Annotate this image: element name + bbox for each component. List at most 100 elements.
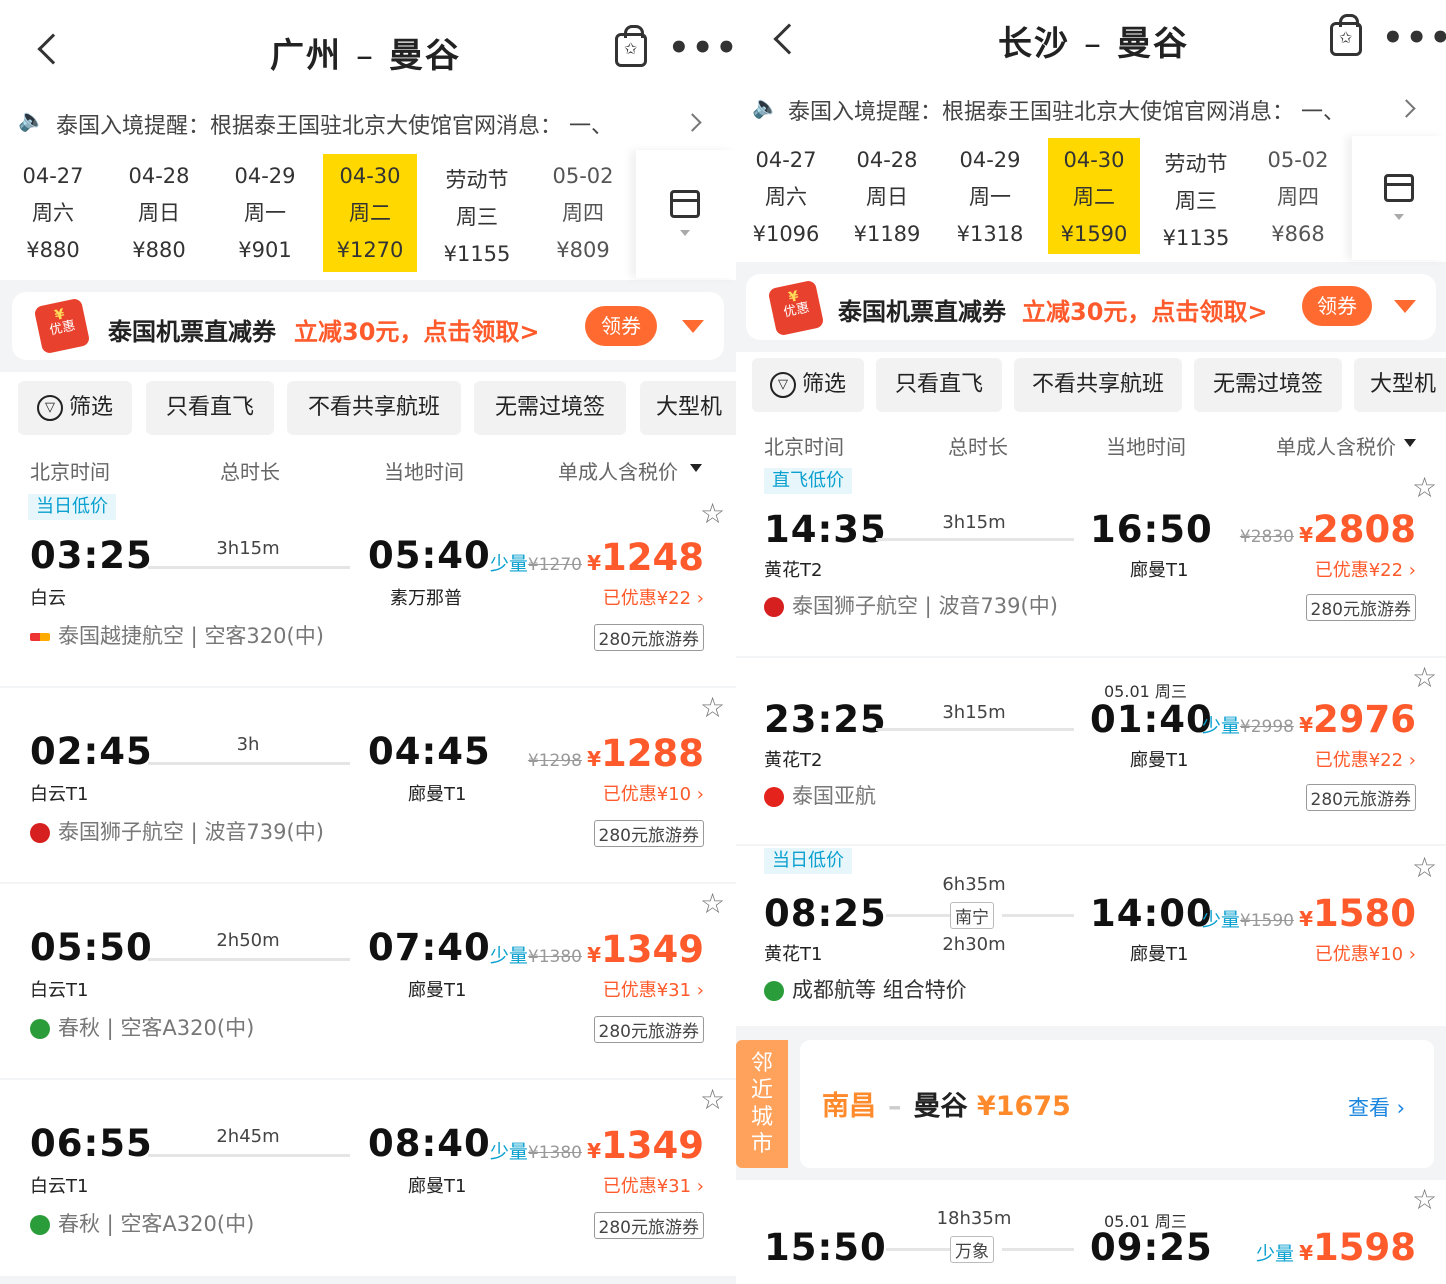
claim-coupon-button[interactable]: 领券 — [585, 306, 657, 346]
filter-button[interactable]: ▽ 筛选 — [18, 381, 132, 435]
voucher-badge: 280元旅游券 — [593, 624, 704, 651]
flight-card[interactable]: 当日低价 ☆ 03:25 白云 3h15m 05:40 素万那普 少量¥1270… — [0, 490, 736, 686]
banner-expand-icon[interactable] — [682, 320, 704, 333]
entry-notice[interactable]: 泰国入境提醒：根据泰王国驻北京大使馆官网消息： 一、 — [56, 108, 613, 140]
shopping-bag-icon[interactable]: ✩ — [1330, 14, 1362, 56]
view-nearby-link[interactable]: 查看 › — [1348, 1092, 1405, 1122]
flight-card[interactable]: ☆ 18h35m 05.01 周三 15:50 万象 09:25 少量 ¥159… — [736, 1180, 1446, 1284]
date-item[interactable]: 劳动节 周三 ¥1135 — [1144, 146, 1248, 257]
date-item[interactable]: 04-29 周一 ¥901 — [212, 158, 318, 269]
more-icon[interactable]: ••• — [668, 31, 736, 65]
col-beijing-time: 北京时间 — [30, 460, 110, 484]
arrival-airport: 廊曼T1 — [1130, 944, 1189, 965]
flight-card[interactable]: 直飞低价 ☆ 14:35 黄花T2 3h15m 16:50 廊曼T1 ¥2830… — [736, 464, 1446, 656]
coupon-banner[interactable]: ¥ 优惠 泰国机票直减券 立减30元，点击领取> 领券 — [12, 292, 724, 360]
calendar-button[interactable] — [636, 150, 736, 278]
discount-label[interactable]: 已优惠¥31 › — [603, 1172, 704, 1198]
filter-large-aircraft-chip[interactable]: 大型机 — [1354, 358, 1446, 412]
date-item-selected[interactable]: 04-30 周二 ¥1270 — [323, 154, 417, 272]
price: ¥2830 ¥2808 — [1239, 508, 1416, 551]
duration-line — [148, 1154, 350, 1157]
filter-no-transit-visa-chip[interactable]: 无需过境签 — [474, 381, 626, 435]
filter-no-codeshare-chip[interactable]: 不看共享航班 — [1014, 358, 1182, 412]
discount-label[interactable]: 已优惠¥10 › — [1315, 940, 1416, 966]
entry-notice[interactable]: 泰国入境提醒：根据泰王国驻北京大使馆官网消息： 一、 — [788, 94, 1345, 126]
col-duration: 总时长 — [948, 435, 1008, 459]
flight-card[interactable]: ☆ 06:55 白云T1 2h45m 08:40 廊曼T1 少量¥1380 ¥1… — [0, 1080, 736, 1276]
transfer-city: 万象 — [950, 1236, 994, 1263]
arrival-time: 04:45 — [368, 730, 491, 773]
shopping-bag-icon[interactable]: ✩ — [615, 25, 647, 67]
discount-label[interactable]: 已优惠¥22 › — [1315, 746, 1416, 772]
coupon-banner[interactable]: ¥ 优惠 泰国机票直减券 立减30元，点击领取> 领券 — [746, 274, 1436, 340]
star-icon[interactable]: ☆ — [700, 1086, 725, 1114]
route-arrow-icon: – — [1084, 24, 1103, 64]
date-item[interactable]: 05-02 周四 ¥809 — [530, 158, 636, 269]
arrival-airport: 廊曼T1 — [408, 1176, 467, 1197]
calendar-dropdown-icon — [680, 230, 690, 236]
arrival-time: 01:40 — [1090, 698, 1213, 741]
filter-direct-chip[interactable]: 只看直飞 — [876, 358, 1002, 412]
duration-line — [876, 728, 1074, 731]
flight-duration: 3h15m — [942, 512, 1006, 533]
date-item[interactable]: 04-28 周日 ¥880 — [106, 158, 212, 269]
right-screen: 长沙–曼谷 ✩ ••• 🔈 泰国入境提醒：根据泰王国驻北京大使馆官网消息： 一、… — [736, 0, 1446, 1284]
filter-direct-chip[interactable]: 只看直飞 — [146, 381, 274, 435]
date-item[interactable]: 04-27 周六 ¥880 — [0, 158, 106, 269]
flight-card[interactable]: ☆ 05:50 白云T1 2h50m 07:40 廊曼T1 少量¥1380 ¥1… — [0, 884, 736, 1078]
star-icon[interactable]: ☆ — [700, 500, 725, 528]
flight-card[interactable]: 当日低价 ☆ 08:25 黄花T1 6h35m 南宁 2h30m 14:00 廊… — [736, 846, 1446, 1026]
voucher-badge: 280元旅游券 — [593, 820, 704, 847]
airline-info: 泰国狮子航空 | 波音739(中) — [30, 816, 324, 846]
arrival-airport: 廊曼T1 — [408, 980, 467, 1001]
flight-card[interactable]: ☆ 05.01 周三 23:25 黄花T2 3h15m 01:40 廊曼T1 少… — [736, 658, 1446, 844]
transfer-city: 南宁 — [950, 902, 994, 929]
nearby-city-card[interactable]: 南昌 – 曼谷 ¥1675 查看 › — [800, 1040, 1434, 1168]
filter-button[interactable]: ▽ 筛选 — [752, 358, 864, 412]
date-item[interactable]: 04-28 周日 ¥1189 — [836, 142, 938, 253]
speaker-icon: 🔈 — [752, 95, 780, 120]
filter-large-aircraft-chip[interactable]: 大型机 — [640, 381, 736, 435]
discount-label[interactable]: 已优惠¥31 › — [603, 976, 704, 1002]
star-icon[interactable]: ☆ — [1412, 474, 1437, 502]
star-icon[interactable]: ☆ — [700, 890, 725, 918]
calendar-icon — [1384, 174, 1414, 202]
coupon-promo: 立减30元，点击领取> — [1022, 298, 1268, 326]
coupon-icon: ¥ 优惠 — [767, 279, 825, 337]
date-item-selected[interactable]: 04-30 周二 ¥1590 — [1048, 138, 1140, 254]
claim-coupon-button[interactable]: 领券 — [1302, 286, 1372, 326]
arrival-airport: 廊曼T1 — [1130, 560, 1189, 581]
lion-air-logo-icon — [764, 597, 784, 617]
discount-label[interactable]: 已优惠¥10 › — [603, 780, 704, 806]
arrival-time: 05:40 — [368, 534, 491, 577]
col-price-sort[interactable]: 单成人含税价 — [1276, 431, 1396, 460]
date-item[interactable]: 04-27 周六 ¥1096 — [736, 142, 836, 253]
calendar-button[interactable] — [1352, 136, 1446, 260]
sort-dropdown-icon[interactable] — [1404, 439, 1416, 447]
discount-label[interactable]: 已优惠¥22 › — [1315, 556, 1416, 582]
star-icon[interactable]: ☆ — [1412, 664, 1437, 692]
duration-line — [876, 538, 1074, 541]
sort-dropdown-icon[interactable] — [690, 464, 702, 472]
banner-expand-icon[interactable] — [1394, 300, 1416, 313]
calendar-dropdown-icon — [1394, 214, 1404, 220]
arrival-airport: 廊曼T1 — [408, 784, 467, 805]
filter-no-transit-visa-chip[interactable]: 无需过境签 — [1194, 358, 1342, 412]
departure-time: 08:25 — [764, 892, 887, 935]
date-item[interactable]: 劳动节 周三 ¥1155 — [424, 162, 530, 273]
price: ¥1298 ¥1288 — [527, 732, 704, 775]
spring-airlines-logo-icon — [30, 1019, 50, 1039]
flight-duration: 3h15m — [942, 702, 1006, 723]
star-icon[interactable]: ☆ — [1412, 1186, 1437, 1214]
airline-info: 泰国越捷航空 | 空客320(中) — [30, 620, 324, 650]
airasia-logo-icon — [764, 787, 784, 807]
date-item[interactable]: 04-29 周一 ¥1318 — [938, 142, 1042, 253]
discount-label[interactable]: 已优惠¥22 › — [603, 584, 704, 610]
flight-card[interactable]: ☆ 02:45 白云T1 3h 04:45 廊曼T1 ¥1298 ¥1288 已… — [0, 688, 736, 882]
col-price-sort[interactable]: 单成人含税价 — [558, 456, 678, 485]
star-icon[interactable]: ☆ — [700, 694, 725, 722]
filter-no-codeshare-chip[interactable]: 不看共享航班 — [287, 381, 461, 435]
star-icon[interactable]: ☆ — [1412, 854, 1437, 882]
date-item[interactable]: 05-02 周四 ¥868 — [1248, 142, 1348, 253]
more-icon[interactable]: ••• — [1382, 21, 1446, 55]
